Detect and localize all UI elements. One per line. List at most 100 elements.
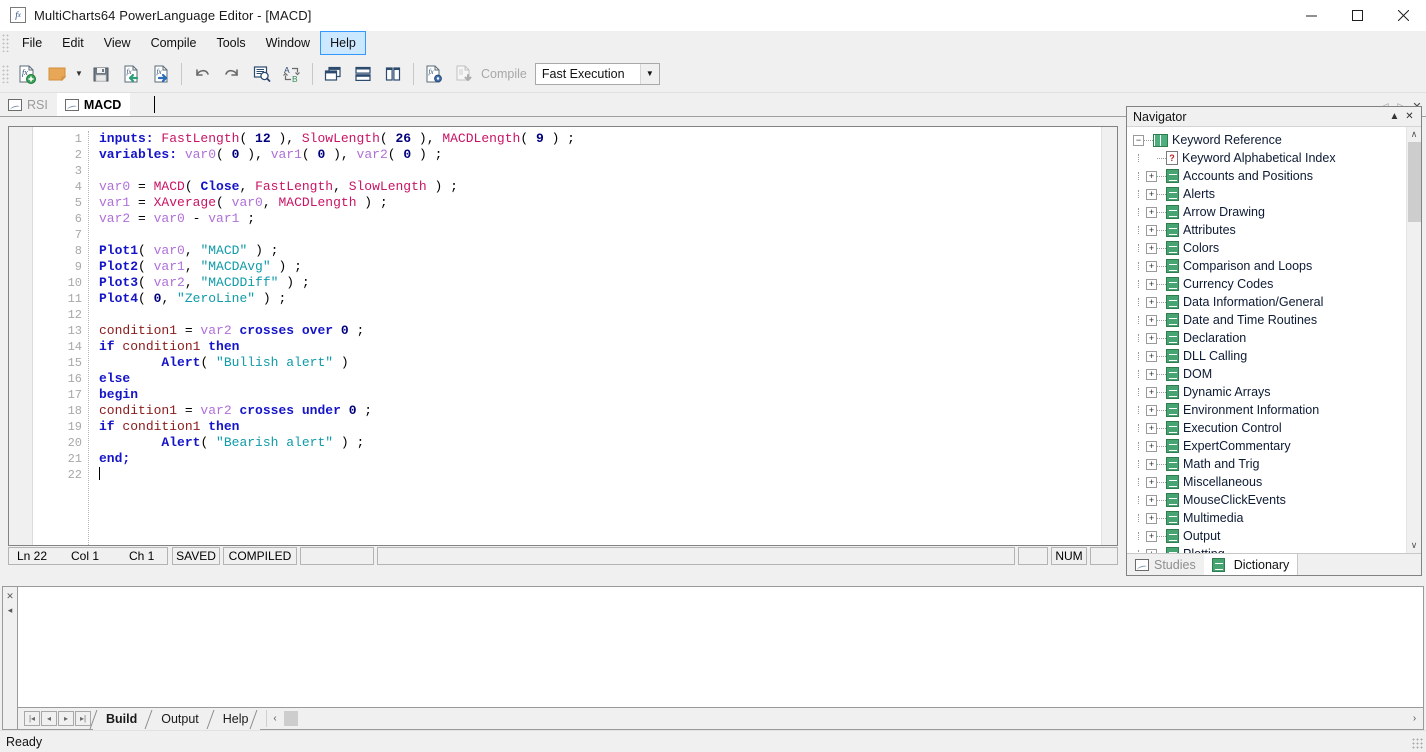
keyword-reference-tree[interactable]: − Keyword Reference? Keyword Alphabetical …: [1127, 127, 1406, 553]
tree-item[interactable]: + Accounts and Positions: [1127, 167, 1406, 185]
tree-item[interactable]: ? Keyword Alphabetical Index: [1127, 149, 1406, 167]
next-tab-icon[interactable]: ▸: [58, 711, 74, 726]
tree-item[interactable]: + Plotting: [1127, 545, 1406, 553]
replace-icon[interactable]: A B: [277, 59, 307, 89]
expand-expander-icon[interactable]: +: [1146, 242, 1157, 254]
collapse-expander-icon[interactable]: −: [1133, 134, 1144, 146]
tree-item[interactable]: + Math and Trig: [1127, 455, 1406, 473]
hscrollbar-track[interactable]: [283, 710, 1406, 727]
prev-tab-icon[interactable]: ◂: [41, 711, 57, 726]
sheet-tab-help[interactable]: Help: [209, 708, 260, 730]
tree-item[interactable]: + Dynamic Arrays: [1127, 383, 1406, 401]
tree-item[interactable]: + Arrow Drawing: [1127, 203, 1406, 221]
import-study-icon[interactable]: fx: [116, 59, 146, 89]
expand-expander-icon[interactable]: +: [1146, 170, 1157, 182]
expand-expander-icon[interactable]: +: [1146, 548, 1157, 553]
redo-icon[interactable]: [217, 59, 247, 89]
tree-item[interactable]: + Declaration: [1127, 329, 1406, 347]
compile-icon[interactable]: [449, 59, 479, 89]
navigator-tab-studies[interactable]: Studies: [1127, 554, 1204, 575]
close-button[interactable]: [1380, 0, 1426, 31]
tree-item[interactable]: + Alerts: [1127, 185, 1406, 203]
menu-tools[interactable]: Tools: [206, 31, 255, 55]
menu-compile[interactable]: Compile: [141, 31, 207, 55]
compile-mode-select[interactable]: Fast Execution ▼: [534, 62, 660, 85]
export-study-icon[interactable]: fx: [146, 59, 176, 89]
tree-item[interactable]: + Currency Codes: [1127, 275, 1406, 293]
expand-expander-icon[interactable]: +: [1146, 332, 1157, 344]
tree-item[interactable]: + Output: [1127, 527, 1406, 545]
scroll-down-icon[interactable]: ∨: [1407, 538, 1422, 553]
tree-item[interactable]: + Execution Control: [1127, 419, 1406, 437]
undo-icon[interactable]: [187, 59, 217, 89]
tree-item[interactable]: + Comparison and Loops: [1127, 257, 1406, 275]
open-dropdown-caret[interactable]: ▼: [72, 59, 86, 89]
navigator-tab-dictionary[interactable]: Dictionary: [1203, 554, 1298, 575]
tree-item[interactable]: + MouseClickEvents: [1127, 491, 1406, 509]
tree-item[interactable]: + Colors: [1127, 239, 1406, 257]
expand-expander-icon[interactable]: +: [1146, 350, 1157, 362]
expand-expander-icon[interactable]: +: [1146, 278, 1157, 290]
hscrollbar-thumb[interactable]: [283, 711, 298, 726]
document-tab-macd[interactable]: MACD: [56, 93, 131, 116]
scroll-right-icon[interactable]: ›: [1406, 710, 1423, 727]
resize-grip-icon[interactable]: [1412, 738, 1424, 750]
close-icon[interactable]: ✕: [1402, 109, 1417, 125]
expand-expander-icon[interactable]: +: [1146, 512, 1157, 524]
output-horizontal-scrollbar[interactable]: ‹ ›: [265, 710, 1423, 727]
expand-expander-icon[interactable]: +: [1146, 404, 1157, 416]
expand-expander-icon[interactable]: +: [1146, 314, 1157, 326]
expand-expander-icon[interactable]: +: [1146, 530, 1157, 542]
tile-vertical-icon[interactable]: [378, 59, 408, 89]
expand-expander-icon[interactable]: +: [1146, 476, 1157, 488]
new-study-icon[interactable]: fx: [12, 59, 42, 89]
menu-edit[interactable]: Edit: [52, 31, 94, 55]
pane-collapse-icon[interactable]: ◂: [3, 603, 17, 617]
menu-window[interactable]: Window: [256, 31, 320, 55]
editor-vertical-scrollbar[interactable]: [1101, 127, 1117, 545]
first-tab-icon[interactable]: |◂: [24, 711, 40, 726]
scroll-left-icon[interactable]: ‹: [267, 710, 284, 727]
menu-drag-grip[interactable]: [2, 34, 10, 52]
pane-close-icon[interactable]: ✕: [3, 589, 17, 603]
scrollbar-thumb[interactable]: [1407, 142, 1421, 222]
tree-item[interactable]: + Environment Information: [1127, 401, 1406, 419]
tree-item[interactable]: + Date and Time Routines: [1127, 311, 1406, 329]
menu-file[interactable]: File: [12, 31, 52, 55]
sheet-tab-output[interactable]: Output: [148, 708, 210, 730]
expand-expander-icon[interactable]: +: [1146, 206, 1157, 218]
tree-item[interactable]: + ExpertCommentary: [1127, 437, 1406, 455]
expand-expander-icon[interactable]: +: [1146, 386, 1157, 398]
expand-expander-icon[interactable]: +: [1146, 296, 1157, 308]
study-properties-icon[interactable]: fx: [419, 59, 449, 89]
scrollbar-track[interactable]: [1406, 142, 1421, 538]
open-study-icon[interactable]: [42, 59, 72, 89]
expand-expander-icon[interactable]: +: [1146, 188, 1157, 200]
tree-item[interactable]: + DOM: [1127, 365, 1406, 383]
tree-item[interactable]: + Multimedia: [1127, 509, 1406, 527]
expand-expander-icon[interactable]: +: [1146, 494, 1157, 506]
find-icon[interactable]: [247, 59, 277, 89]
menu-help[interactable]: Help: [320, 31, 366, 55]
expand-expander-icon[interactable]: +: [1146, 422, 1157, 434]
minimize-button[interactable]: [1288, 0, 1334, 31]
expand-expander-icon[interactable]: +: [1146, 458, 1157, 470]
menu-view[interactable]: View: [94, 31, 141, 55]
save-icon[interactable]: [86, 59, 116, 89]
expand-expander-icon[interactable]: +: [1146, 368, 1157, 380]
expand-expander-icon[interactable]: +: [1146, 440, 1157, 452]
expand-expander-icon[interactable]: +: [1146, 260, 1157, 272]
tile-horizontal-icon[interactable]: [348, 59, 378, 89]
code-editor[interactable]: 1 2 3 4 5 6 7 8 9 10 11 12 13 14 15 16 17 18 19 20 21 22 inpu…: [8, 126, 1118, 546]
collapse-icon[interactable]: ▲: [1387, 109, 1402, 125]
sheet-tab-build[interactable]: Build: [93, 708, 149, 730]
chevron-down-icon[interactable]: ▼: [639, 63, 659, 84]
navigator-vertical-scrollbar[interactable]: ∧ ∨: [1406, 127, 1421, 553]
maximize-button[interactable]: [1334, 0, 1380, 31]
scroll-up-icon[interactable]: ∧: [1407, 127, 1422, 142]
cascade-windows-icon[interactable]: [318, 59, 348, 89]
last-tab-icon[interactable]: ▸|: [75, 711, 91, 726]
code-text-area[interactable]: inputs: FastLength( 12 ), SlowLength( 26…: [93, 127, 1101, 545]
tree-item[interactable]: + Data Information/General: [1127, 293, 1406, 311]
tree-item[interactable]: + Miscellaneous: [1127, 473, 1406, 491]
